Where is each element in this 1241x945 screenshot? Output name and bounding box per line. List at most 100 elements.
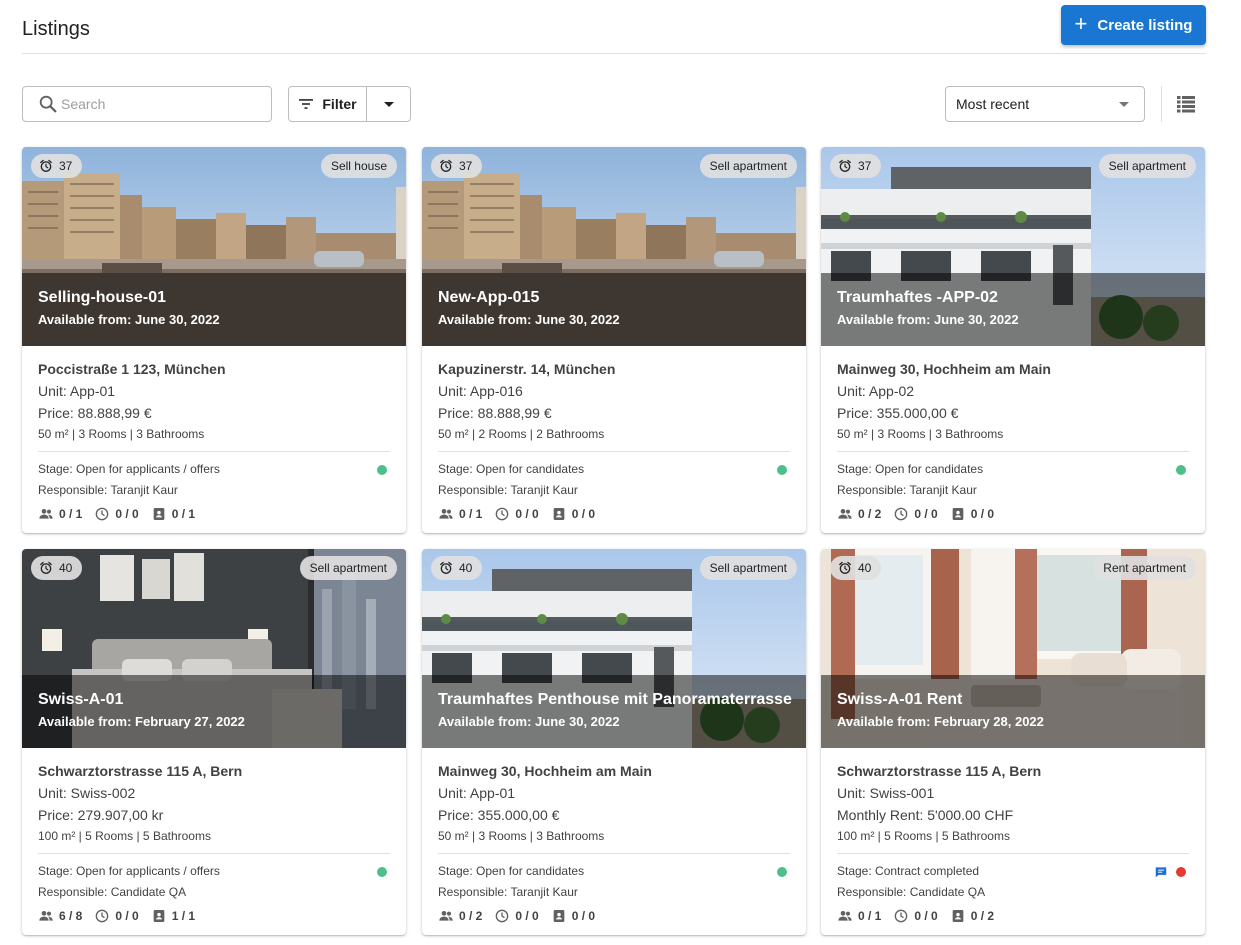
card-divider — [837, 853, 1189, 854]
toolbar: Filter Most recent — [22, 86, 1206, 122]
sort-value: Most recent — [956, 96, 1030, 112]
listing-address: Schwarztorstrasse 115 A, Bern — [38, 763, 243, 779]
listing-responsible: Responsible: Taranjit Kaur — [438, 483, 578, 497]
listing-unit: Unit: Swiss-001 — [837, 785, 935, 801]
alarm-clock-icon — [40, 159, 52, 172]
listing-address: Poccistraße 1 123, München — [38, 361, 226, 377]
status-indicator — [777, 867, 787, 877]
list-view-icon[interactable] — [1174, 92, 1198, 116]
listing-name: Traumhaftes Penthouse mit Panoramaterras… — [438, 691, 792, 708]
stage-row: Stage: Open for candidates — [438, 462, 790, 476]
listing-details: Mainweg 30, Hochheim am Main Unit: App-02… — [821, 346, 1205, 522]
days-timer-chip: 40 — [431, 556, 483, 580]
listing-price: Price: 88.888,99 € — [38, 405, 152, 421]
listing-card[interactable]: 37 Sell house Selling-house-01 Available fr… — [22, 147, 406, 533]
listing-price: Price: 88.888,99 € — [438, 405, 552, 421]
viewings-stat: 0 / 0 — [94, 908, 139, 924]
contract-icon — [153, 508, 165, 520]
clock-icon — [895, 507, 908, 521]
listing-address: Schwarztorstrasse 115 A, Bern — [837, 763, 1042, 779]
listing-stage: Stage: Contract completed — [837, 864, 980, 878]
listing-unit: Unit: App-02 — [837, 383, 915, 399]
listing-unit: Unit: App-016 — [438, 383, 523, 399]
toolbar-divider — [1161, 86, 1162, 122]
clock-icon — [496, 909, 509, 923]
listing-responsible: Responsible: Taranjit Kaur — [438, 885, 578, 899]
listing-stats: 6 / 8 0 / 0 1 / 1 — [38, 908, 390, 924]
listing-photo[interactable]: 37 Sell apartment New-App-015 Available fro… — [422, 147, 806, 346]
status-indicator — [377, 465, 387, 475]
viewings-stat: 0 / 0 — [893, 506, 938, 522]
applicants-stat: 0 / 2 — [438, 908, 482, 924]
listing-type-chip: Sell apartment — [699, 154, 797, 178]
create-listing-label: Create listing — [1097, 16, 1193, 34]
people-icon — [838, 911, 852, 921]
days-timer-chip: 40 — [830, 556, 882, 580]
available-from: Available from: February 27, 2022 — [38, 714, 245, 729]
caret-down-icon — [1119, 101, 1129, 107]
listing-card[interactable]: 37 Sell apartment New-App-015 Available fro… — [422, 147, 806, 533]
listing-card[interactable]: 40 Rent apartment Swiss-A-01 Rent Available… — [821, 549, 1205, 935]
people-icon — [439, 509, 453, 519]
listing-photo[interactable]: 40 Rent apartment Swiss-A-01 Rent Available… — [821, 549, 1205, 748]
available-from: Available from: June 30, 2022 — [38, 312, 220, 327]
listing-photo[interactable]: 40 Sell apartment Swiss-A-01 Available from… — [22, 549, 406, 748]
card-divider — [438, 853, 790, 854]
listing-card[interactable]: 37 Sell apartment Traumhaftes -APP-02 Avail… — [821, 147, 1205, 533]
filter-dropdown-button[interactable] — [367, 87, 410, 121]
stage-row: Stage: Contract completed — [837, 864, 1189, 878]
applicants-count: 0 / 2 — [459, 909, 483, 923]
days-timer-chip: 40 — [31, 556, 83, 580]
clock-icon — [496, 507, 509, 521]
listing-card[interactable]: 40 Sell apartment Swiss-A-01 Available from… — [22, 549, 406, 935]
viewings-count: 0 / 0 — [914, 909, 938, 923]
days-timer-chip: 37 — [830, 154, 882, 178]
listing-name: Selling-house-01 — [38, 289, 167, 306]
listing-name: New-App-015 — [438, 289, 540, 306]
days-count: 40 — [459, 561, 473, 575]
listing-photo[interactable]: 37 Sell house Selling-house-01 Available fr… — [22, 147, 406, 346]
filter-button[interactable]: Filter — [289, 87, 367, 121]
create-listing-button[interactable]: + Create listing — [1061, 5, 1206, 45]
viewings-count: 0 / 0 — [515, 507, 539, 521]
search-box[interactable] — [22, 86, 272, 122]
listing-photo[interactable]: 37 Sell apartment Traumhaftes -APP-02 Avail… — [821, 147, 1205, 346]
alarm-clock-icon — [839, 159, 851, 172]
contracts-count: 0 / 1 — [171, 507, 196, 521]
listing-stage: Stage: Open for applicants / offers — [38, 462, 220, 476]
applicants-stat: 6 / 8 — [38, 908, 82, 924]
sort-select[interactable]: Most recent — [945, 86, 1145, 122]
listing-name: Swiss-A-01 Rent — [837, 691, 963, 708]
plus-icon: + — [1074, 11, 1088, 36]
applicants-count: 0 / 1 — [459, 507, 483, 521]
card-divider — [438, 451, 790, 452]
title-overlay: New-App-015 Available from: June 30, 2022 — [422, 273, 806, 346]
contract-icon — [952, 910, 964, 922]
listing-card[interactable]: 40 Sell apartment Traumhaftes Penthouse mi… — [422, 549, 806, 935]
listing-price: Price: 279.907,00 kr — [38, 807, 164, 823]
applicants-count: 0 / 1 — [59, 507, 83, 521]
contracts-stat: 0 / 1 — [151, 506, 195, 522]
clock-icon — [895, 909, 908, 923]
listing-stage: Stage: Open for candidates — [837, 462, 984, 476]
contracts-count: 0 / 0 — [571, 507, 596, 521]
stage-row: Stage: Open for applicants / offers — [38, 864, 390, 878]
listing-details: Schwarztorstrasse 115 A, Bern Unit: Swiss… — [22, 748, 406, 924]
contract-icon — [553, 910, 565, 922]
search-input[interactable] — [61, 96, 261, 112]
applicants-count: 6 / 8 — [59, 909, 83, 923]
filter-label: Filter — [322, 96, 357, 112]
clock-icon — [96, 909, 109, 923]
card-divider — [38, 451, 390, 452]
applicants-stat: 0 / 1 — [438, 506, 482, 522]
stage-row: Stage: Open for applicants / offers — [38, 462, 390, 476]
listing-stats: 0 / 1 0 / 0 0 / 0 — [438, 506, 790, 522]
caret-down-icon — [383, 101, 394, 107]
listing-unit: Unit: App-01 — [38, 383, 116, 399]
chat-icon[interactable] — [1154, 865, 1168, 879]
listing-photo[interactable]: 40 Sell apartment Traumhaftes Penthouse mi… — [422, 549, 806, 748]
days-timer-chip: 37 — [431, 154, 483, 178]
viewings-stat: 0 / 0 — [494, 908, 539, 924]
applicants-stat: 0 / 1 — [837, 908, 881, 924]
listing-details: Schwarztorstrasse 115 A, Bern Unit: Swiss… — [821, 748, 1205, 924]
